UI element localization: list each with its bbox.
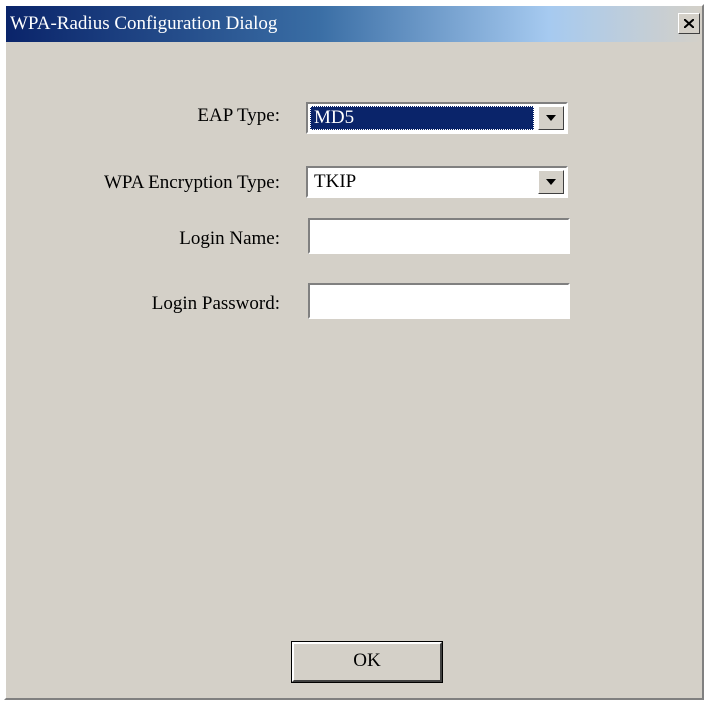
eap-type-dropdown-button[interactable] xyxy=(538,106,564,130)
close-button[interactable] xyxy=(678,13,700,34)
close-icon xyxy=(684,19,694,28)
wpa-encryption-type-dropdown-button[interactable] xyxy=(538,170,564,194)
ok-button[interactable]: OK xyxy=(291,641,443,683)
chevron-down-icon xyxy=(546,179,556,185)
wpa-encryption-type-label: WPA Encryption Type: xyxy=(103,172,280,193)
window-title: WPA-Radius Configuration Dialog xyxy=(10,13,278,34)
login-password-input[interactable] xyxy=(308,283,570,319)
wpa-encryption-type-value: TKIP xyxy=(314,171,357,192)
login-name-input[interactable] xyxy=(308,218,570,254)
title-bar[interactable]: WPA-Radius Configuration Dialog xyxy=(6,6,702,42)
wpa-radius-dialog: WPA-Radius Configuration Dialog EAP Type… xyxy=(4,4,704,700)
eap-type-select[interactable]: MD5 xyxy=(306,102,568,134)
wpa-encryption-type-select[interactable]: TKIP xyxy=(306,166,568,198)
eap-type-label: EAP Type: xyxy=(197,105,280,126)
login-password-label: Login Password: xyxy=(151,293,280,314)
login-name-label: Login Name: xyxy=(179,228,280,249)
eap-type-value: MD5 xyxy=(310,106,534,130)
chevron-down-icon xyxy=(546,115,556,121)
